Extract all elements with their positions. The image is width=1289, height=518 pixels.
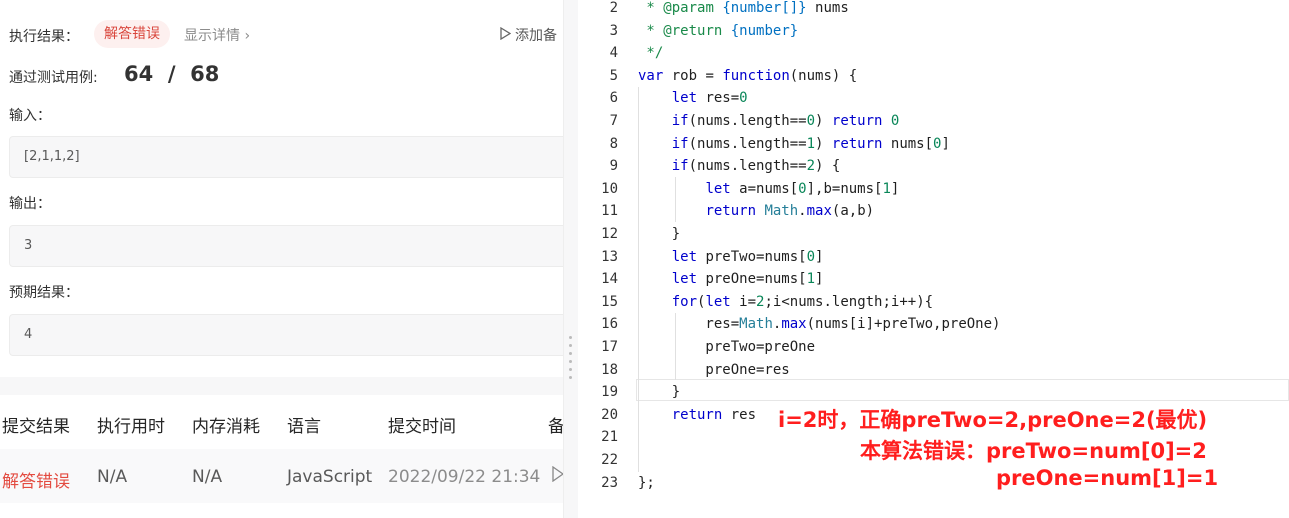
code-editor[interactable]: 2 * @param {number[]} nums 3 * @return {n… (578, 0, 1289, 518)
col-header-time: 执行用时 (97, 417, 165, 437)
line-number: 16 (601, 316, 618, 333)
line-number: 12 (601, 226, 618, 242)
input-label: 输入： (9, 108, 51, 124)
col-header-note: 备 (548, 417, 563, 437)
add-note-label: 添加备 (515, 28, 557, 44)
line-number: 6 (609, 90, 618, 107)
code-line[interactable]: return res (638, 407, 756, 423)
line-number: 22 (601, 452, 618, 468)
output-box: 3 (9, 225, 563, 267)
code-line[interactable]: if(nums.length==0) return 0 (638, 113, 900, 129)
line-number: 21 (601, 429, 618, 446)
input-box: [2,1,1,2] (9, 136, 563, 178)
input-value: [2,1,1,2] (24, 149, 80, 164)
annotation-line-3: preOne=num[1]=1 (996, 466, 1219, 490)
code-line[interactable]: if(nums.length==2) { (638, 158, 841, 174)
line-number: 23 (601, 474, 618, 491)
expected-box: 4 (9, 314, 563, 356)
add-note-button[interactable]: 添加备 (500, 25, 557, 45)
code-line[interactable]: res=Math.max(nums[i]+preTwo,preOne) (638, 316, 1000, 332)
line-number: 2 (609, 0, 618, 16)
annotation-line-1: i=2时，正确preTwo=2,preOne=2(最优) (778, 408, 1208, 432)
line-number: 19 (601, 384, 618, 401)
row-memory: N/A (192, 467, 223, 487)
active-line-highlight (636, 379, 1289, 401)
status-badge: 解答错误 (94, 20, 170, 48)
output-value: 3 (24, 238, 33, 253)
code-line[interactable]: }; (638, 475, 655, 491)
exec-result-label: 执行结果： (9, 29, 79, 45)
row-result[interactable]: 解答错误 (2, 467, 70, 492)
code-line[interactable]: preTwo=preOne (638, 339, 815, 355)
code-line[interactable]: * @param {number[]} nums (638, 0, 848, 16)
code-line[interactable]: let res=0 (638, 90, 748, 106)
annotation-line-2: 本算法错误：preTwo=num[0]=2 (860, 439, 1207, 463)
show-details-link[interactable]: 显示详情 › (184, 25, 250, 45)
code-line[interactable]: for(let i=2;i<nums.length;i++){ (638, 294, 933, 310)
line-number: 5 (609, 67, 618, 84)
col-header-submitted: 提交时间 (388, 417, 456, 437)
passed-tests-count: 64 / 68 (124, 62, 220, 86)
section-divider (0, 377, 563, 395)
line-number: 10 (601, 180, 618, 197)
code-line[interactable]: */ (638, 45, 663, 61)
line-number: 20 (601, 406, 618, 423)
col-header-memory: 内存消耗 (192, 417, 260, 437)
row-submitted: 2022/09/22 21:34 (388, 467, 541, 487)
line-number: 3 (609, 22, 618, 39)
code-line[interactable]: var rob = function(nums) { (638, 68, 857, 84)
code-line[interactable]: let a=nums[0],b=nums[1] (638, 181, 899, 197)
line-number: 8 (609, 135, 618, 152)
flag-icon (500, 26, 512, 44)
expected-value: 4 (24, 327, 33, 342)
line-number: 4 (609, 45, 618, 62)
code-line[interactable]: * @return {number} (638, 23, 798, 39)
line-number: 9 (609, 158, 618, 175)
row-language: JavaScript (287, 467, 373, 487)
output-label: 输出： (9, 196, 51, 212)
result-panel: 执行结果： 解答错误 显示详情 › 添加备 通过测试用例: 64 / 68 输入… (0, 0, 563, 518)
code-line[interactable]: let preTwo=nums[0] (638, 249, 824, 265)
line-number: 18 (601, 361, 618, 378)
code-line[interactable]: return Math.max(a,b) (638, 203, 874, 219)
panel-resize-handle[interactable] (563, 0, 579, 518)
line-number: 15 (601, 293, 618, 310)
expected-label: 预期结果： (9, 285, 79, 301)
passed-tests-label: 通过测试用例: (9, 70, 98, 86)
line-number: 14 (601, 271, 618, 288)
drag-grip-icon (569, 336, 572, 384)
code-line[interactable]: } (638, 226, 680, 242)
code-line[interactable]: preOne=res (638, 362, 789, 378)
col-header-language: 语言 (287, 417, 321, 437)
col-header-result: 提交结果 (2, 417, 70, 437)
row-flag-icon[interactable] (552, 465, 563, 487)
line-number: 11 (601, 203, 618, 220)
line-number: 13 (601, 248, 618, 265)
code-line[interactable]: } (638, 384, 680, 400)
row-time: N/A (97, 467, 128, 487)
code-line[interactable]: if(nums.length==1) return nums[0] (638, 136, 950, 152)
line-number: 7 (609, 113, 618, 129)
line-number: 17 (601, 339, 618, 355)
code-line[interactable]: let preOne=nums[1] (638, 271, 824, 287)
